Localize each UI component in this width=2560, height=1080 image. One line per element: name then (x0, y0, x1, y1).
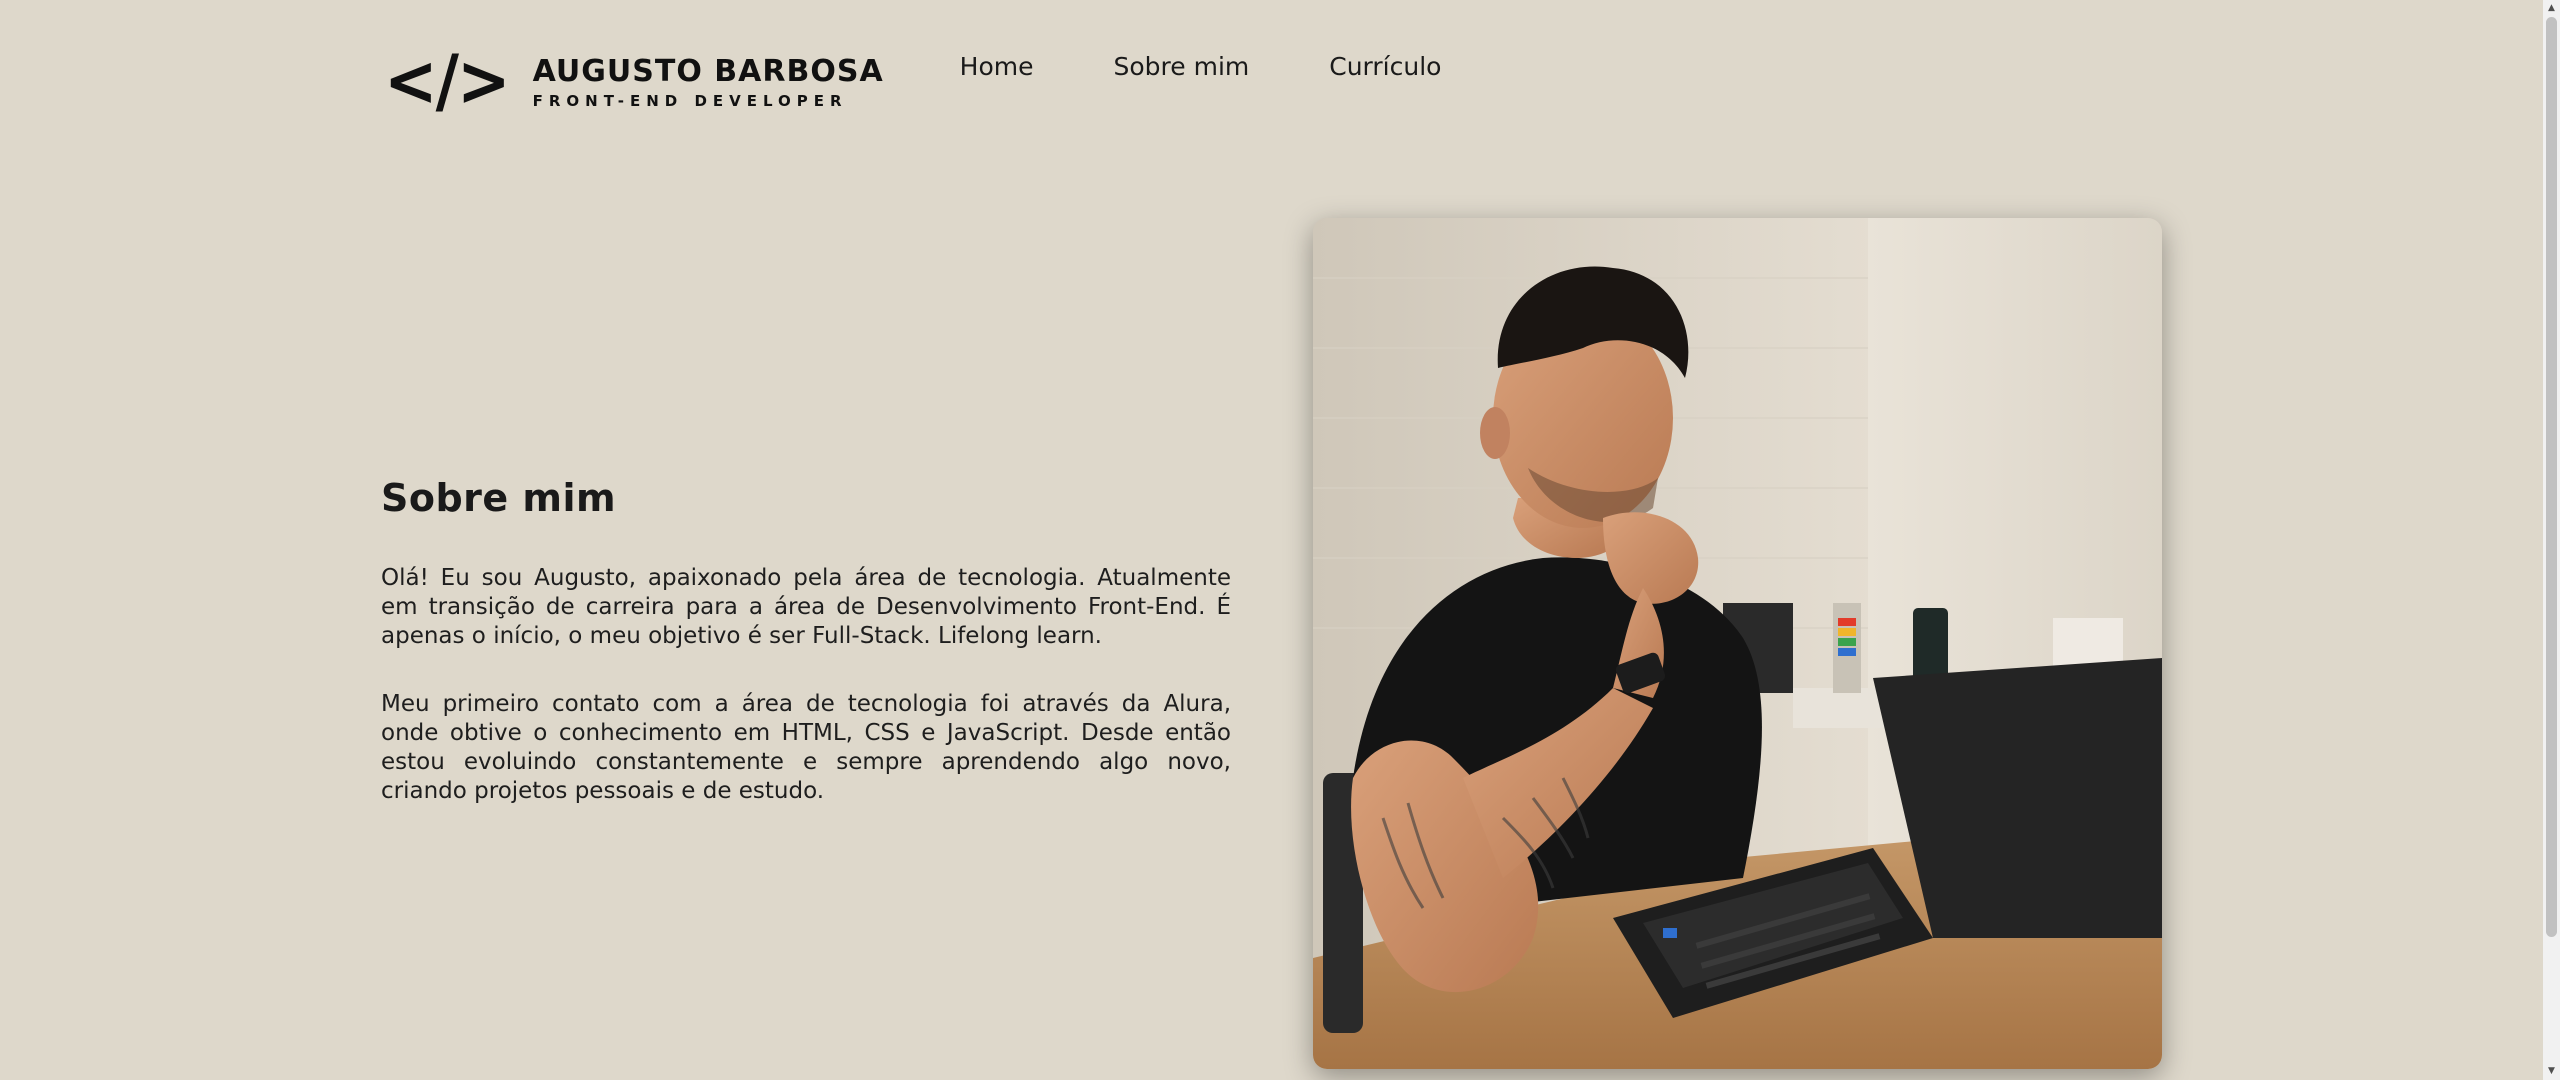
logo-role: FRONT-END DEVELOPER (532, 91, 848, 110)
page-scrollbar[interactable]: ▲ ▼ (2543, 0, 2560, 1080)
nav-sobre-mim[interactable]: Sobre mim (1114, 52, 1250, 81)
scroll-thumb[interactable] (2546, 17, 2557, 937)
page: </> AUGUSTO BARBOSA FRONT-END DEVELOPER … (0, 0, 2560, 1080)
nav-curriculo[interactable]: Currículo (1329, 52, 1441, 81)
code-icon: </> (384, 41, 511, 123)
logo-text: AUGUSTO BARBOSA FRONT-END DEVELOPER (533, 55, 884, 110)
logo-link[interactable]: </> AUGUSTO BARBOSA FRONT-END DEVELOPER (384, 41, 884, 123)
scroll-up-icon[interactable]: ▲ (2543, 0, 2560, 17)
about-title: Sobre mim (381, 476, 617, 520)
main-nav: Home Sobre mim Currículo (960, 52, 1522, 81)
profile-photo (1313, 218, 2162, 1069)
nav-home[interactable]: Home (960, 52, 1034, 81)
logo-name: AUGUSTO BARBOSA (532, 53, 884, 89)
about-paragraph-1: Olá! Eu sou Augusto, apaixonado pela áre… (381, 565, 1231, 649)
site-header: </> AUGUSTO BARBOSA FRONT-END DEVELOPER … (384, 41, 1522, 123)
scroll-down-icon[interactable]: ▼ (2543, 1063, 2560, 1080)
about-section: Sobre mim Olá! Eu sou Augusto, apaixonad… (381, 476, 1231, 845)
about-paragraph-2: Meu primeiro contato com a área de tecno… (381, 691, 1231, 804)
